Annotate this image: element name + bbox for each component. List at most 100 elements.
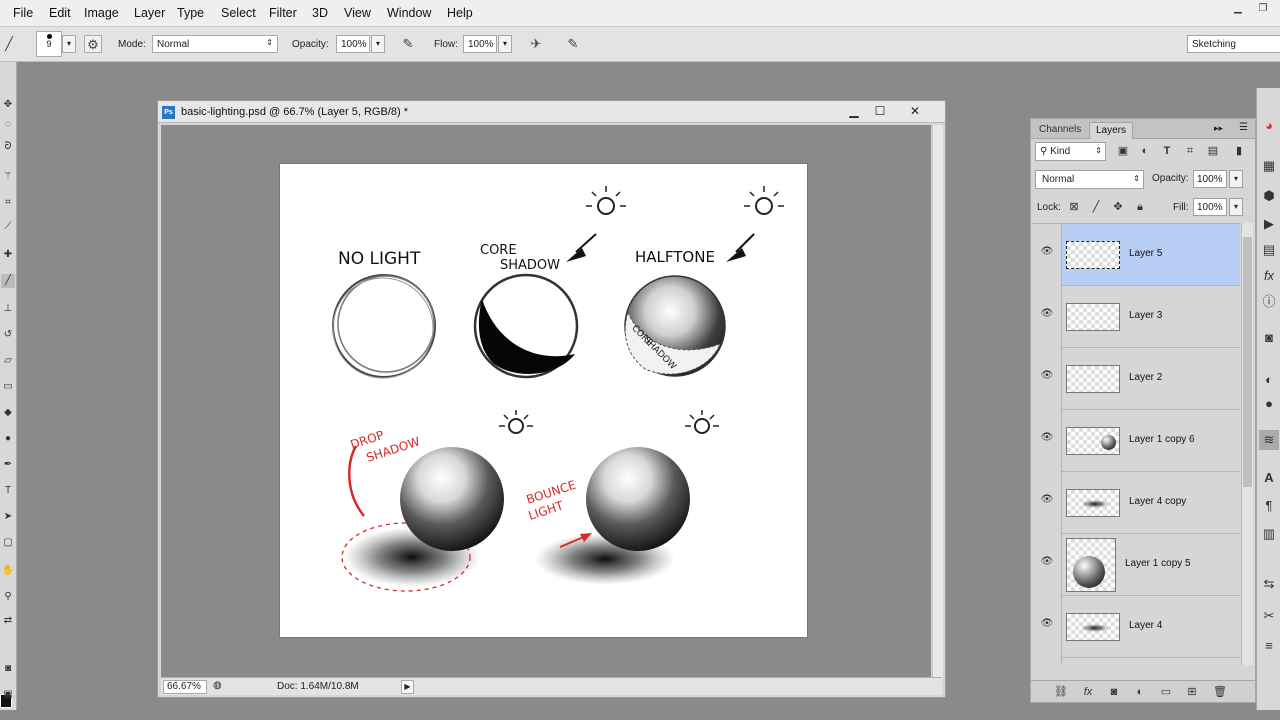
zoom-tool-icon[interactable]: ⚲ <box>1 590 15 604</box>
fill-input[interactable]: 100% <box>1193 198 1227 216</box>
layers-panel-icon[interactable]: ≋ <box>1259 430 1279 450</box>
menu-help[interactable]: Help <box>447 6 473 20</box>
doc-minimize-icon[interactable]: ▁ <box>842 103 866 120</box>
screen-mode-icon[interactable]: ▣ <box>1 688 15 702</box>
menu-layer[interactable]: Layer <box>134 6 165 20</box>
eye-icon[interactable]: 👁︎ <box>1040 432 1054 446</box>
menu-filter[interactable]: Filter <box>269 6 297 20</box>
app-minimize-icon[interactable]: ▁ <box>1227 3 1249 17</box>
properties-panel-icon[interactable]: ◙ <box>1259 328 1279 348</box>
layer-row-layer-4-copy[interactable]: 👁︎ Layer 4 copy <box>1032 472 1240 534</box>
marquee-tool-icon[interactable]: ◌ <box>1 118 15 132</box>
move-tool-icon[interactable]: ✥ <box>1 98 15 112</box>
actions-panel-icon[interactable]: ▶ <box>1259 214 1279 234</box>
layer-visibility-cell[interactable]: 👁︎ <box>1032 534 1062 596</box>
status-menu-arrow-icon[interactable]: ▶ <box>401 680 414 694</box>
document-vertical-scrollbar[interactable] <box>932 125 943 679</box>
layer-row-layer-1-copy-5[interactable]: 👁︎ Layer 1 copy 5 <box>1032 534 1240 596</box>
lock-all-icon[interactable]: 🔒︎ <box>1132 199 1148 215</box>
airbrush-icon[interactable]: ✈ <box>527 35 545 53</box>
pressure-opacity-icon[interactable]: ✎ <box>399 35 417 53</box>
layer-row-layer-3[interactable]: 👁︎ Layer 3 <box>1032 286 1240 348</box>
healing-tool-icon[interactable]: ✚ <box>1 248 15 262</box>
brush-preset-picker[interactable]: 9 <box>36 31 62 57</box>
brush-preset-dropdown[interactable]: ▾ <box>62 35 76 53</box>
layer-visibility-cell[interactable]: 👁︎ <box>1032 410 1062 472</box>
swap-colors-icon[interactable]: ⇄ <box>1 614 15 628</box>
eyedropper-tool-icon[interactable]: ⟋ <box>1 220 15 234</box>
filter-shape-icon[interactable]: ⌗ <box>1182 143 1198 159</box>
eye-icon[interactable]: 👁︎ <box>1040 494 1054 508</box>
eye-icon[interactable]: 👁︎ <box>1040 556 1054 570</box>
flow-dropdown[interactable]: ▾ <box>498 35 512 53</box>
info-panel-icon[interactable]: ⓘ <box>1259 292 1279 312</box>
app-restore-icon[interactable]: ❐ <box>1252 3 1274 17</box>
pressure-size-icon[interactable]: ✎ <box>564 35 582 53</box>
clone-stamp-tool-icon[interactable]: ⊥ <box>1 302 15 316</box>
3d-panel-icon[interactable]: ⬢ <box>1259 186 1279 206</box>
lasso-tool-icon[interactable]: ᘐ <box>1 140 15 154</box>
shape-tool-icon[interactable]: ▢ <box>1 536 15 550</box>
eraser-tool-icon[interactable]: ▱ <box>1 354 15 368</box>
filter-pixel-icon[interactable]: ▣ <box>1115 143 1131 159</box>
menu-select[interactable]: Select <box>221 6 256 20</box>
layer-visibility-cell[interactable] <box>1032 658 1062 665</box>
layer-row-partial[interactable] <box>1032 658 1240 665</box>
tool-presets-panel-icon[interactable]: ⇆ <box>1259 574 1279 594</box>
doc-close-icon[interactable]: ✕ <box>903 103 927 120</box>
menu-view[interactable]: View <box>344 6 371 20</box>
layer-visibility-cell[interactable]: 👁︎ <box>1032 596 1062 658</box>
blur-tool-icon[interactable]: ◆ <box>1 406 15 420</box>
menu-edit[interactable]: Edit <box>49 6 71 20</box>
glyphs-panel-icon[interactable]: ▥ <box>1259 524 1279 544</box>
tab-layers[interactable]: Layers <box>1089 122 1134 139</box>
layer-row-layer-4[interactable]: 👁︎ Layer 4 <box>1032 596 1240 658</box>
new-group-icon[interactable]: ▭ <box>1158 684 1174 700</box>
status-info-icon[interactable]: ◍ <box>213 680 222 691</box>
timeline-panel-icon[interactable]: ≡ <box>1259 636 1279 656</box>
filter-kind-select[interactable]: ⚲ Kind ⇕ <box>1035 142 1106 161</box>
type-tool-icon[interactable]: T <box>1 484 15 498</box>
dodge-tool-icon[interactable]: ● <box>1 432 15 446</box>
layer-visibility-cell[interactable]: 👁︎ <box>1032 472 1062 534</box>
filter-smart-object-icon[interactable]: ▤ <box>1205 143 1221 159</box>
new-layer-icon[interactable]: ⊞ <box>1184 684 1200 700</box>
filter-toggle-icon[interactable]: ▮ <box>1231 143 1247 159</box>
layer-row-layer-5[interactable]: 👁︎ Layer 5 <box>1032 224 1240 286</box>
eye-icon[interactable]: 👁︎ <box>1040 246 1054 260</box>
layer-row-layer-2[interactable]: 👁︎ Layer 2 <box>1032 348 1240 410</box>
hand-tool-icon[interactable]: ✋ <box>1 564 15 578</box>
menu-file[interactable]: File <box>13 6 33 20</box>
add-mask-icon[interactable]: ◙ <box>1106 684 1122 700</box>
panel-menu-icon[interactable]: ☰ <box>1239 122 1248 133</box>
path-selection-tool-icon[interactable]: ➤ <box>1 510 15 524</box>
lock-position-icon[interactable]: ✥ <box>1110 199 1126 215</box>
opacity-dropdown[interactable]: ▾ <box>371 35 385 53</box>
swatches-panel-icon[interactable]: ▦ <box>1259 156 1279 176</box>
panel-collapse-icon[interactable]: ▸▸ <box>1214 123 1223 134</box>
lock-pixels-icon[interactable]: ╱ <box>1088 199 1104 215</box>
adjustments-panel-icon[interactable]: ◐ <box>1259 370 1279 390</box>
layer-visibility-cell[interactable]: 👁︎ <box>1032 224 1062 286</box>
paragraph-panel-icon[interactable]: ¶ <box>1259 496 1279 516</box>
tab-channels[interactable]: Channels <box>1033 122 1087 139</box>
flow-input[interactable]: 100% <box>463 35 497 53</box>
pen-tool-icon[interactable]: ✒ <box>1 458 15 472</box>
eye-icon[interactable]: 👁︎ <box>1040 370 1054 384</box>
layers-scrollbar-thumb[interactable] <box>1243 237 1252 487</box>
filter-adjustment-icon[interactable]: ◐ <box>1137 143 1153 159</box>
eye-icon[interactable]: 👁︎ <box>1040 618 1054 632</box>
quick-mask-icon[interactable]: ◙ <box>1 662 15 676</box>
menu-3d[interactable]: 3D <box>312 6 328 20</box>
artwork-canvas[interactable]: NO LIGHT CORE SHADOW HALFTONE CORE SHADO… <box>279 163 808 638</box>
character-panel-icon[interactable]: A <box>1259 468 1279 488</box>
menu-window[interactable]: Window <box>387 6 431 20</box>
layer-opacity-input[interactable]: 100% <box>1193 170 1227 188</box>
delete-layer-icon[interactable]: 🗑︎ <box>1212 684 1228 700</box>
layer-visibility-cell[interactable]: 👁︎ <box>1032 286 1062 348</box>
lock-transparent-icon[interactable]: ⊠ <box>1066 199 1082 215</box>
brush-presets-panel-icon[interactable]: ● <box>1259 394 1279 414</box>
doc-maximize-icon[interactable]: ☐ <box>868 103 892 120</box>
brush-tool-selected-icon[interactable]: ╱ <box>1 274 15 288</box>
gradient-tool-icon[interactable]: ▭ <box>1 380 15 394</box>
